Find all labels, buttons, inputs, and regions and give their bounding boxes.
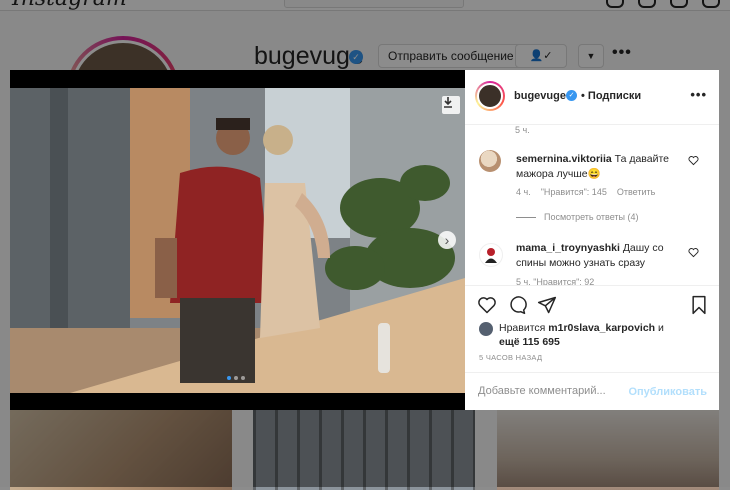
likes-count[interactable]: ещё 115 695 [499, 336, 560, 348]
download-icon[interactable] [442, 96, 460, 114]
following-status[interactable]: • Подписки [581, 90, 641, 102]
post-actions [465, 285, 719, 322]
post-photo[interactable]: › [10, 88, 465, 393]
comment-meta: 4 ч. "Нравится": 145 Ответить [516, 187, 655, 197]
comment-time: 4 ч. [516, 187, 531, 197]
likes-text: Нравится m1r0slava_karpovich и ещё 115 6… [499, 321, 664, 349]
photo-illustration [10, 88, 465, 393]
comment-icon[interactable] [507, 295, 527, 315]
verified-badge-icon: ✓ [566, 90, 577, 101]
comment-like-heart-icon[interactable] [688, 155, 699, 166]
comment-likes-count[interactable]: "Нравится": 145 [541, 187, 607, 197]
view-replies-label: Посмотреть ответы (4) [544, 212, 639, 222]
commenter-avatar[interactable] [479, 150, 501, 172]
post-side-panel: bugevuge ✓ • Подписки ••• 5 ч. semernina… [465, 70, 719, 410]
carousel-dots [227, 376, 245, 380]
post-author-username[interactable]: bugevuge [514, 90, 566, 102]
carousel-dot [227, 376, 231, 380]
post-author-avatar[interactable] [475, 81, 505, 111]
share-icon[interactable] [537, 295, 557, 315]
liker-avatar[interactable] [479, 322, 493, 336]
comment-text: semernina.viktoriia Та давайте мажора лу… [516, 152, 686, 182]
commenter-avatar[interactable] [479, 243, 503, 267]
comment-time: 5 ч. [515, 125, 530, 135]
comment-username[interactable]: mama_i_troynyashki [516, 242, 620, 254]
view-replies-button[interactable]: Посмотреть ответы (4) [516, 212, 639, 222]
likes-summary: Нравится m1r0slava_karpovich и ещё 115 6… [479, 321, 664, 349]
add-comment-input[interactable] [478, 385, 628, 397]
publish-comment-button[interactable]: Опубликовать [628, 386, 707, 398]
comment-like-heart-icon[interactable] [688, 247, 699, 258]
comments-list: 5 ч. semernina.viktoriia Та давайте мажо… [465, 125, 719, 285]
likes-suffix: и [658, 322, 664, 334]
liker-username[interactable]: m1r0slava_karpovich [548, 322, 655, 334]
likes-prefix: Нравится [499, 322, 546, 334]
post-timestamp[interactable]: 5 ЧАСОВ НАЗАД [479, 353, 542, 362]
carousel-dot [234, 376, 238, 380]
comment-username[interactable]: semernina.viktoriia [516, 153, 612, 165]
bookmark-icon[interactable] [689, 295, 709, 315]
post-modal: › bugevuge ✓ • Подписки ••• 5 ч. semerni… [10, 70, 719, 410]
more-horizontal-icon[interactable]: ••• [690, 87, 707, 102]
add-comment-bar: Опубликовать [465, 372, 719, 411]
next-slide-button[interactable]: › [438, 231, 456, 249]
replies-divider [516, 216, 536, 218]
reply-button[interactable]: Ответить [617, 187, 655, 197]
post-header: bugevuge ✓ • Подписки ••• [465, 70, 719, 125]
heart-icon[interactable] [477, 295, 497, 315]
carousel-dot [241, 376, 245, 380]
comment-meta: 5 ч. "Нравится": 92 [516, 277, 595, 285]
comment-text: mama_i_troynyashki Дашу со спины можно у… [516, 241, 686, 271]
